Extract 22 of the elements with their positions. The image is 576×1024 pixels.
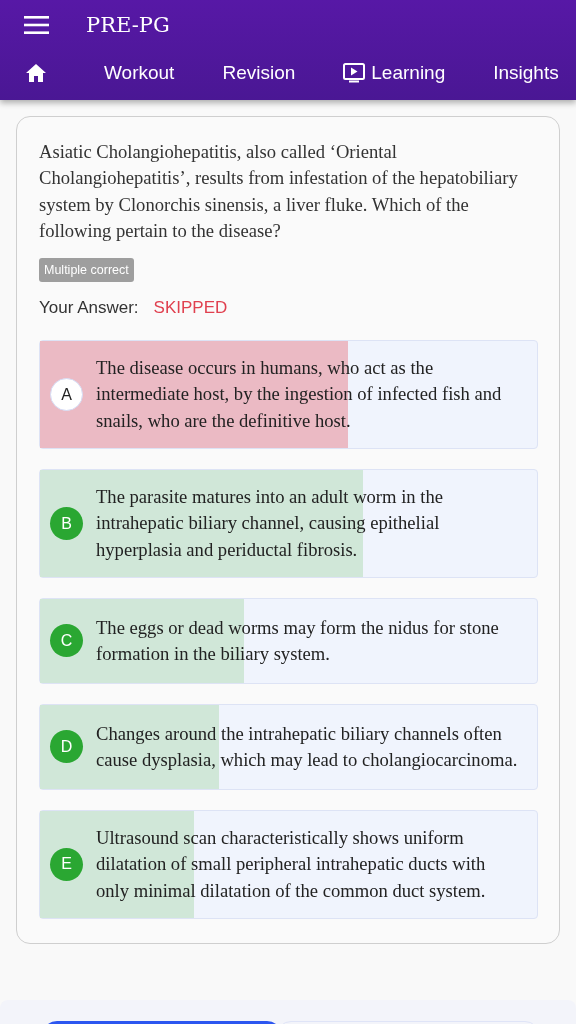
answer-option[interactable]: C The eggs or dead worms may form the nidus for stone formation in the biliary system. (39, 597, 538, 684)
menu-icon[interactable] (24, 16, 49, 34)
nav-tab[interactable]: Workout (80, 50, 199, 98)
nav-tab[interactable]: Insights (469, 50, 559, 98)
option-text: The eggs or dead worms may form the nidus for stone formation in the biliary system. (96, 615, 500, 666)
question-type-tag: Multiple correct (39, 258, 134, 283)
answer-option[interactable]: A The disease occurs in humans, who act as the intermediate host, by the ingestion of infected fish and snails, who are the definitive host. (39, 340, 538, 450)
nav-tab[interactable]: Revision (198, 50, 320, 98)
app-title: PRE-PG (86, 13, 170, 37)
learning-tab[interactable]: Learning (319, 50, 470, 98)
answer-option[interactable]: D Changes around the intrahepatic biliary channels often cause dysplasia, which may lead to cholangiocarcinoma. (39, 703, 538, 790)
answer-label: Your Answer: (39, 298, 139, 319)
home-icon (26, 63, 46, 82)
option-text: Changes around the intrahepatic biliary channels often cause dysplasia, which may lead to cholangiocarcinoma. (96, 721, 519, 772)
answer-option[interactable]: E Ultrasound scan characteristically shows uniform dilatation of small peripheral intrahepatic ducts with only minimal dilatation of the common duct system. (39, 809, 538, 919)
option-text: Ultrasound scan characteristically shows uniform dilatation of small peripheral intrahepatic ducts with only minimal dilatation of the common duct system. (96, 825, 487, 903)
answer-status: SKIPPED (153, 298, 228, 319)
video-icon (343, 62, 366, 83)
option-text: The disease occurs in humans, who act as the intermediate host, by the ingestion of infected fish and snails, who are the definitive host. (96, 356, 503, 433)
option-text: The parasite matures into an adult worm in the intrahepatic biliary channel, causing epithelial hyperplasia and periductal fibrosis. (96, 485, 444, 562)
question-text: Asiatic Cholangiohepatitis, also called ‘Oriental Cholangiohepatitis’, results from infestation of the hepatobiliary system by Clonorchis sinensis, a liver fluke. Which of the following pertain to the disease? (39, 140, 519, 243)
answer-option[interactable]: B The parasite matures into an adult worm in the intrahepatic biliary channel, causing epithelial hyperplasia and periductal fibrosis. (39, 469, 538, 578)
